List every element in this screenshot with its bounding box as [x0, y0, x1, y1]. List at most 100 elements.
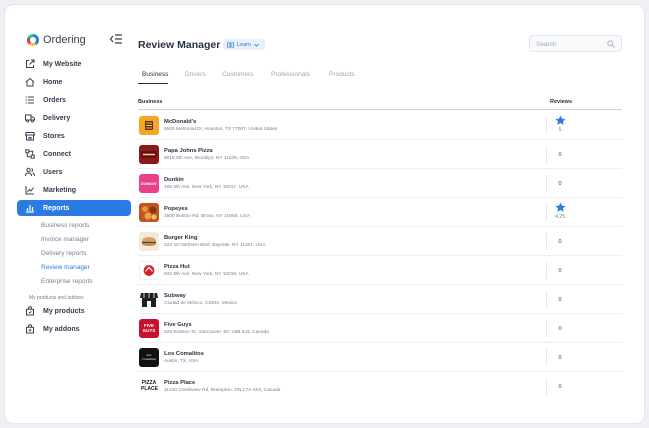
dunkin-logo-text: DUNKIN' [140, 181, 158, 186]
tab-customers[interactable]: Customers [222, 71, 253, 78]
sidebar-item-label: Stores [43, 132, 65, 140]
business-address: 525 Robson St, Vancouver, BC V6B 5J3, Ca… [164, 330, 269, 335]
collapse-sidebar-icon[interactable] [109, 33, 123, 45]
table-row[interactable]: DUNKIN' Dunkin 465 5th Ave, New York, NY… [138, 169, 622, 198]
table-row[interactable]: Papa Johns Pizza 8015 5th Ave, Brooklyn,… [138, 140, 622, 169]
sidebar-item-label: Users [43, 168, 63, 176]
business-name: Subway [164, 293, 186, 299]
table-row[interactable]: FIVE GUYS Five Guys 525 Robson St, Vanco… [138, 314, 622, 343]
business-name: Papa Johns Pizza [164, 148, 213, 154]
sidebar-item-my-products[interactable]: My products [17, 303, 131, 319]
tab-business[interactable]: Business [142, 71, 168, 78]
table-row[interactable]: McDonald's 6500 Memorial Dr, Houston, TX… [138, 111, 622, 140]
review-value: 0 [558, 297, 562, 303]
search-input[interactable] [536, 39, 606, 49]
learn-label: Learn [237, 41, 252, 48]
business-address: Ciudad de México, CDMX, Mexico [164, 301, 238, 306]
sidebar-item-marketing[interactable]: Marketing [17, 182, 131, 198]
chevron-down-icon [254, 43, 259, 47]
review-value: 0 [558, 152, 562, 158]
los-comalitos-logo: Los Comalitos [139, 348, 159, 367]
star-icon [554, 202, 566, 212]
business-name: McDonald's [164, 119, 197, 125]
business-name: Five Guys [164, 322, 192, 328]
business-address: 465 5th Ave, New York, NY 10017, USA [164, 185, 249, 190]
column-header-reviews: Reviews [550, 99, 573, 105]
table-row[interactable]: Los Comalitos Los Comalitos Austin, TX, … [138, 343, 622, 372]
business-name: Los Comalitos [164, 351, 204, 357]
pizza-place-logo-text: PIZZA PLACE [141, 380, 158, 392]
business-name: Pizza Hut [164, 264, 190, 270]
bag-icon [26, 306, 34, 316]
sidebar-item-users[interactable]: Users [17, 164, 131, 180]
sidebar-item-delivery[interactable]: Delivery [17, 110, 131, 126]
sidebar-item-orders[interactable]: Orders [17, 92, 131, 108]
sidebar-subitem-review-manager[interactable]: Review manager [41, 264, 90, 271]
column-divider [546, 204, 547, 221]
app-logo[interactable]: Ordering [27, 33, 86, 47]
sidebar-item-label: Orders [43, 96, 66, 104]
truck-icon [25, 114, 35, 123]
sidebar-item-connect[interactable]: Connect [17, 146, 131, 162]
bag-plus-icon [26, 324, 34, 334]
sidebar-subitem-invoice-manager[interactable]: Invoice manager [41, 236, 89, 243]
review-rating: 4.25 [554, 202, 566, 220]
papa-johns-logo [139, 145, 159, 164]
tab-drivers[interactable]: Drivers [185, 71, 206, 78]
store-icon [25, 132, 35, 141]
dunkin-logo: DUNKIN' [139, 174, 159, 193]
business-address: 222-10 Northern Blvd, Bayside, NY 11361,… [164, 243, 266, 248]
sidebar: Ordering My Website Home Orders Delivery… [17, 27, 131, 411]
business-address: 11240 Creditview Rd, Brampton, ON L7A 4X… [164, 388, 281, 393]
popeyes-logo [139, 203, 159, 222]
business-name: Dunkin [164, 177, 184, 183]
sidebar-item-stores[interactable]: Stores [17, 128, 131, 144]
five-guys-logo-text: FIVE GUYS [142, 322, 156, 333]
sidebar-item-label: My products [43, 307, 85, 315]
connect-icon [25, 149, 35, 159]
sidebar-item-reports[interactable]: Reports [17, 200, 131, 216]
sidebar-item-label: Home [43, 78, 63, 86]
pizza-place-logo: PIZZA PLACE [139, 377, 159, 396]
search-icon[interactable] [607, 40, 615, 48]
review-value: 0 [558, 326, 562, 332]
five-guys-logo: FIVE GUYS [139, 319, 159, 338]
business-name: Burger King [164, 235, 198, 241]
business-address: Austin, TX, USA [164, 359, 199, 364]
sidebar-item-label: Delivery [43, 114, 71, 122]
section-label-products: My products and addons [29, 295, 84, 301]
sidebar-subitem-business-reports[interactable]: Business reports [41, 222, 89, 229]
review-rating: 5 [554, 115, 566, 133]
sidebar-item-label: Marketing [43, 186, 77, 194]
learn-button[interactable]: Learn [223, 39, 265, 50]
business-address: 3500 Boston Rd, Bronx, NY 10469, USA [164, 214, 251, 219]
bar-chart-icon [26, 205, 34, 213]
mcdonalds-logo [139, 116, 159, 135]
table-row[interactable]: Popeyes 3500 Boston Rd, Bronx, NY 10469,… [138, 198, 622, 227]
sidebar-subitem-delivery-reports[interactable]: Delivery reports [41, 250, 87, 257]
table-row[interactable]: Subway Ciudad de México, CDMX, Mexico 0 [138, 285, 622, 314]
review-value: 0 [558, 355, 562, 361]
page-title: Review Manager [138, 39, 221, 51]
column-header-business: Business [138, 99, 163, 105]
table-row[interactable]: Burger King 222-10 Northern Blvd, Baysid… [138, 227, 622, 256]
sidebar-item-label: Connect [43, 150, 71, 158]
column-divider [546, 349, 547, 366]
sidebar-item-label: My addons [43, 325, 80, 333]
sidebar-subitem-enterprise-reports[interactable]: Enterprise reports [41, 278, 93, 285]
sidebar-item-home[interactable]: Home [17, 74, 131, 90]
main-content: Review Manager Learn Business Drivers Cu… [132, 27, 630, 411]
review-value: 0 [558, 239, 562, 245]
review-value: 5 [558, 127, 562, 133]
sidebar-item-label: My Website [43, 60, 82, 68]
sidebar-item-my-website[interactable]: My Website [17, 56, 131, 72]
external-link-icon [26, 59, 35, 68]
sidebar-item-my-addons[interactable]: My addons [17, 321, 131, 337]
ordering-logo-icon [27, 34, 39, 46]
tab-professionals[interactable]: Professionals [271, 71, 310, 78]
table-row[interactable]: Pizza Hut 932 8th Ave, New York, NY 1001… [138, 256, 622, 285]
table-row[interactable]: PIZZA PLACE Pizza Place 11240 Creditview… [138, 372, 622, 401]
search-box [529, 35, 622, 52]
burger-king-logo [139, 232, 159, 251]
tab-products[interactable]: Products [329, 71, 355, 78]
